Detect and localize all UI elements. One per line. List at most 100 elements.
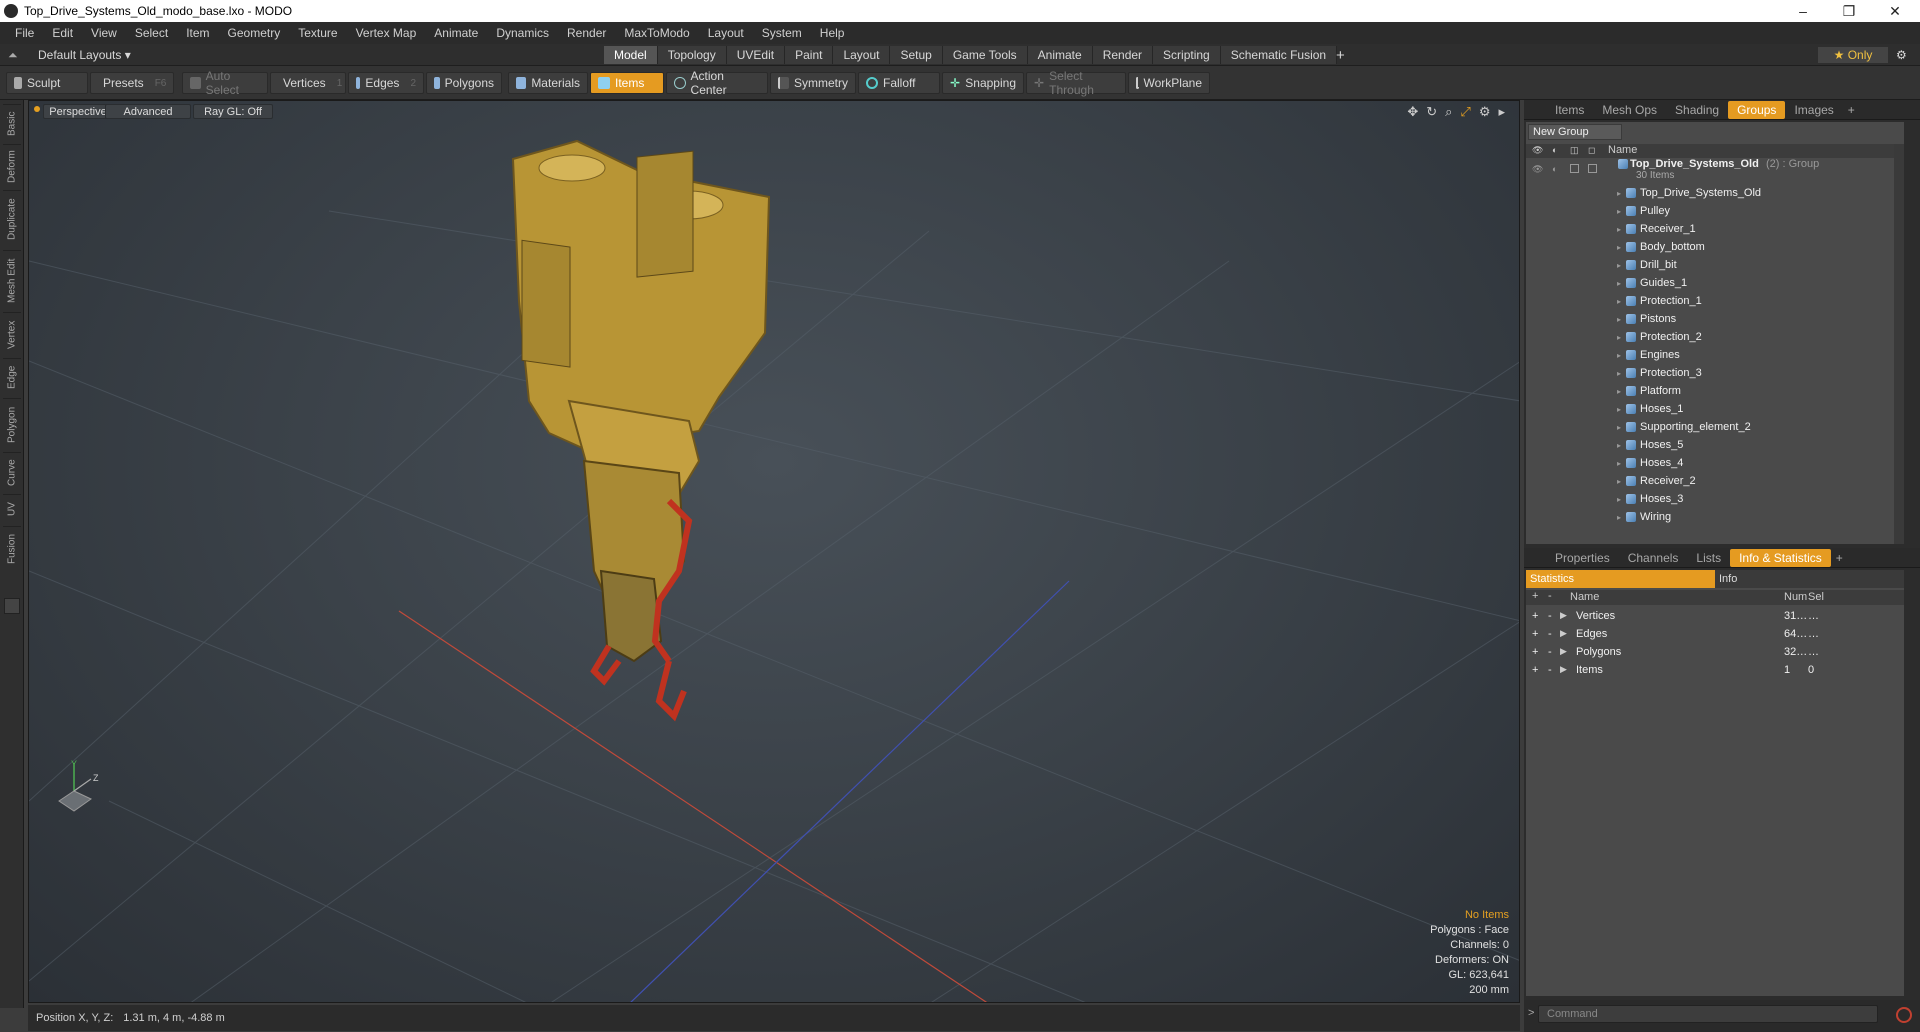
vtab-polygon[interactable]: Polygon [3,398,21,450]
subtab-info[interactable]: Info [1715,570,1904,588]
expand-arrow-icon[interactable]: ▸ [1612,207,1626,216]
tab-images[interactable]: Images [1785,101,1842,119]
top-drive-model[interactable] [511,139,771,722]
stats-row[interactable]: + - ▶ Edges 64…… [1526,626,1904,644]
group-root-row[interactable]: 👁 ◐ Top_Drive_Systems_Old (2) : Group 30… [1526,158,1904,181]
tab-lists[interactable]: Lists [1687,549,1730,567]
tab-uvedit[interactable]: UVEdit [726,46,786,64]
add-tab-button[interactable]: + [1336,47,1345,64]
menu-help[interactable]: Help [811,26,854,40]
expand-arrow-icon[interactable]: ▸ [1612,351,1626,360]
viewport-settings-gear-icon[interactable]: ⚙ [1479,104,1491,120]
snapping-button[interactable]: ✛ Snapping [942,72,1024,94]
add-panel-tab-icon[interactable]: + [1843,103,1860,117]
expand-arrow-icon[interactable]: ▸ [1612,243,1626,252]
group-item-row[interactable]: ▸ Protection_3 [1526,364,1904,382]
group-item-row[interactable]: ▸ Wiring [1526,508,1904,526]
select-column-icon[interactable]: ◻ [1588,145,1595,156]
falloff-button[interactable]: Falloff [858,72,940,94]
expand-arrow-icon[interactable]: ▸ [1612,441,1626,450]
stats-remove-icon[interactable]: - [1548,646,1552,658]
expand-arrow-icon[interactable]: ▸ [1612,387,1626,396]
menu-geometry[interactable]: Geometry [219,26,290,40]
close-button[interactable]: ✕ [1872,0,1918,22]
stats-row[interactable]: + - ▶ Vertices 31…… [1526,608,1904,626]
group-item-row[interactable]: ▸ Platform [1526,382,1904,400]
auto-select-button[interactable]: Auto Select [182,69,268,97]
viewport-expand-arrow-icon[interactable]: ▸ [1498,104,1505,120]
tab-model[interactable]: Model [604,46,658,64]
group-item-row[interactable]: ▸ Hoses_4 [1526,454,1904,472]
materials-button[interactable]: Materials [508,72,588,94]
tab-schematic-fusion[interactable]: Schematic Fusion [1220,46,1338,64]
tab-topology[interactable]: Topology [657,46,727,64]
stats-add-icon[interactable]: + [1532,664,1538,676]
action-center-button[interactable]: Action Center [666,69,768,97]
tab-setup[interactable]: Setup [890,46,943,64]
menu-system[interactable]: System [753,26,811,40]
menu-view[interactable]: View [82,26,126,40]
menu-layout[interactable]: Layout [699,26,753,40]
expand-arrow-icon[interactable]: ▸ [1612,513,1626,522]
menu-maxtomodo[interactable]: MaxToModo [615,26,698,40]
menu-select[interactable]: Select [126,26,177,40]
edges-button[interactable]: Edges 2 [348,72,424,94]
subtab-statistics[interactable]: Statistics [1526,570,1715,588]
tab-groups[interactable]: Groups [1728,100,1786,119]
tab-info-statistics[interactable]: Info & Statistics [1730,548,1831,567]
root-render-icon[interactable]: ◐ [1552,164,1557,174]
only-toggle-button[interactable]: ★ Only [1818,47,1888,63]
viewport-menu-dot-icon[interactable] [34,106,40,112]
vtab-mesh-edit[interactable]: Mesh Edit [3,250,21,310]
expand-arrow-icon[interactable]: ▸ [1612,405,1626,414]
collapse-all-icon[interactable]: - [1548,590,1552,602]
tab-paint[interactable]: Paint [785,46,834,64]
group-item-row[interactable]: ▸ Engines [1526,346,1904,364]
tab-mesh-ops[interactable]: Mesh Ops [1593,101,1666,119]
menu-render[interactable]: Render [558,26,615,40]
group-item-row[interactable]: ▸ Supporting_element_2 [1526,418,1904,436]
tab-channels[interactable]: Channels [1619,549,1688,567]
tab-animate[interactable]: Animate [1027,46,1093,64]
view-perspective-dropdown[interactable]: Perspective [43,104,113,119]
layout-toggle-icon[interactable]: ⏶ [8,47,18,63]
strip-expand-button[interactable] [4,598,20,614]
tab-properties[interactable]: Properties [1546,549,1619,567]
vtab-uv[interactable]: UV [3,494,21,524]
menu-animate[interactable]: Animate [425,26,487,40]
tab-game-tools[interactable]: Game Tools [942,46,1028,64]
group-item-row[interactable]: ▸ Hoses_3 [1526,490,1904,508]
stats-expand-arrow-icon[interactable]: ▶ [1560,646,1567,657]
expand-arrow-icon[interactable]: ▸ [1612,423,1626,432]
sculpt-button[interactable]: Sculpt [6,72,88,94]
vtab-basic[interactable]: Basic [3,104,21,142]
expand-arrow-icon[interactable]: ▸ [1612,459,1626,468]
select-through-button[interactable]: ✛ Select Through [1026,69,1126,97]
workplane-button[interactable]: WorkPlane [1128,72,1210,94]
add-stats-tab-icon[interactable]: + [1831,551,1848,565]
menu-edit[interactable]: Edit [43,26,82,40]
expand-arrow-icon[interactable]: ▸ [1612,333,1626,342]
new-group-button[interactable]: New Group [1528,124,1622,140]
expand-arrow-icon[interactable]: ▸ [1612,297,1626,306]
vtab-edge[interactable]: Edge [3,358,21,396]
group-item-row[interactable]: ▸ Hoses_1 [1526,400,1904,418]
group-item-row[interactable]: ▸ Pistons [1526,310,1904,328]
stats-remove-icon[interactable]: - [1548,610,1552,622]
command-history-icon[interactable] [1896,1007,1912,1023]
maximize-button[interactable]: ❐ [1826,0,1872,22]
fit-view-icon[interactable]: ⤢ [1460,104,1470,120]
menu-item[interactable]: Item [177,26,218,40]
expand-arrow-icon[interactable]: ▸ [1612,261,1626,270]
stats-remove-icon[interactable]: - [1548,628,1552,640]
shading-advanced-dropdown[interactable]: Advanced [105,104,191,119]
command-input[interactable]: Command [1538,1005,1878,1023]
stats-add-icon[interactable]: + [1532,628,1538,640]
tab-layout[interactable]: Layout [833,46,891,64]
root-lock-checkbox[interactable] [1570,164,1579,173]
pan-icon[interactable]: ✥ [1407,104,1418,120]
stats-expand-arrow-icon[interactable]: ▶ [1560,664,1567,675]
zoom-icon[interactable]: ⌕ [1445,104,1452,120]
root-select-checkbox[interactable] [1588,164,1597,173]
polygons-button[interactable]: Polygons [426,72,502,94]
